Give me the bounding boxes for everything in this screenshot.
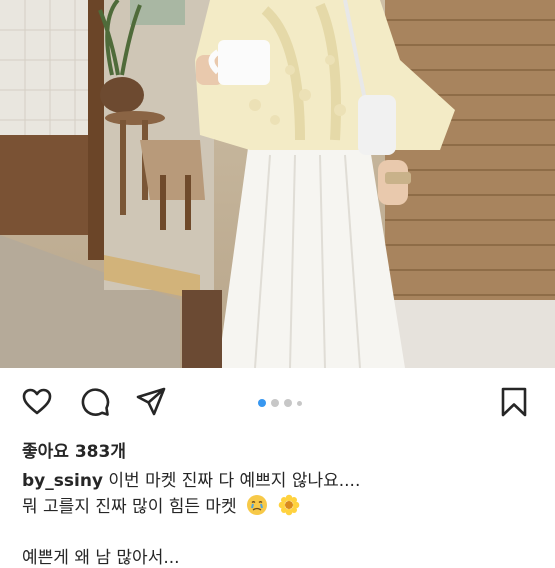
caption-username[interactable]: by_ssiny (22, 471, 103, 491)
carousel-dot (297, 400, 302, 406)
share-button[interactable] (135, 386, 167, 418)
caption-second-line: 뭐 고를지 진짜 많이 힘든 마켓 (22, 494, 542, 520)
like-button[interactable] (21, 386, 53, 418)
caption-text-1: 이번 마켓 진짜 다 예쁘지 않나요.... (103, 471, 361, 491)
caption-first-line: by_ssiny 이번 마켓 진짜 다 예쁘지 않나요.... (22, 469, 542, 494)
carousel-indicator (258, 399, 302, 407)
carousel-dot-active (258, 399, 266, 407)
heart-icon (22, 388, 52, 415)
bookmark-button[interactable] (498, 386, 530, 418)
comment-button[interactable] (79, 386, 111, 418)
carousel-dot (271, 399, 279, 407)
carousel-dot (284, 399, 292, 407)
share-icon (136, 387, 166, 416)
post-actions-bar (0, 378, 555, 426)
caption-third-line: 예쁜게 왜 남 많아서... (22, 548, 180, 568)
comment-icon (81, 388, 110, 416)
post-photo-illustration (0, 0, 555, 368)
bookmark-icon (501, 387, 527, 417)
caption-text-2: 뭐 고를지 진짜 많이 힘든 마켓 (22, 497, 237, 517)
crying-face-emoji-icon (247, 495, 268, 515)
post-photo[interactable] (0, 0, 555, 368)
flower-emoji-icon (278, 494, 299, 516)
likes-count[interactable]: 좋아요 383개 (22, 437, 126, 462)
post-caption: by_ssiny 이번 마켓 진짜 다 예쁘지 않나요.... 뭐 고를지 진짜… (22, 469, 542, 520)
